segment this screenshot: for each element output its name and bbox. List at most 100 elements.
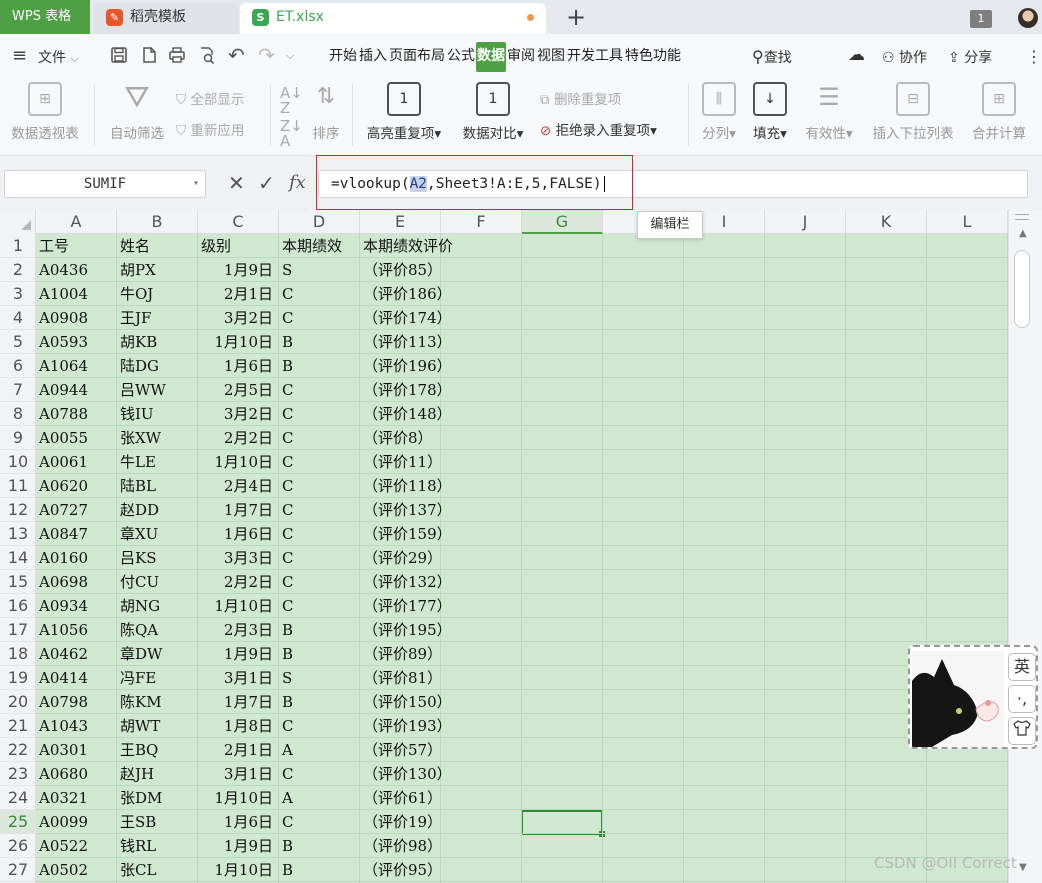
cell-a24[interactable]: A0321 — [39, 786, 88, 810]
print-icon[interactable] — [168, 46, 186, 69]
scroll-down-icon[interactable]: ▼ — [1019, 862, 1027, 873]
cell-d9[interactable]: C — [282, 426, 293, 450]
cell-d3[interactable]: C — [282, 282, 293, 306]
print-preview-icon[interactable] — [198, 46, 216, 69]
cell-e12[interactable]: （评价137） — [363, 498, 452, 522]
cell-b5[interactable]: 胡KB — [120, 330, 157, 354]
cell-a26[interactable]: A0522 — [39, 834, 88, 858]
row-header-24[interactable]: 24 — [0, 786, 36, 810]
tab-template[interactable]: ✎ 稻壳模板 — [94, 3, 238, 34]
cell-b22[interactable]: 王BQ — [120, 738, 158, 762]
cell-d14[interactable]: C — [282, 546, 293, 570]
cell-e2[interactable]: （评价85） — [363, 258, 442, 282]
cell-d18[interactable]: B — [282, 642, 293, 666]
cell-c18[interactable]: 1月9日 — [198, 642, 273, 666]
cell-c9[interactable]: 2月2日 — [198, 426, 273, 450]
column-header-b[interactable]: B — [117, 210, 198, 234]
cell-a15[interactable]: A0698 — [39, 570, 88, 594]
cell-e10[interactable]: （评价11） — [363, 450, 442, 474]
save-icon[interactable] — [110, 46, 128, 69]
cell-e6[interactable]: （评价196） — [363, 354, 452, 378]
select-all-corner[interactable] — [0, 210, 36, 234]
cell-e9[interactable]: （评价8） — [363, 426, 433, 450]
highlight-duplicates-button[interactable]: 1 高亮重复项▾ — [360, 82, 448, 148]
cell-b1[interactable]: 姓名 — [120, 234, 150, 258]
row-header-17[interactable]: 17 — [0, 618, 36, 642]
cell-e25[interactable]: （评价19） — [363, 810, 442, 834]
cell-a4[interactable]: A0908 — [39, 306, 88, 330]
validity-button[interactable]: ☰ 有效性▾ — [800, 82, 858, 148]
cell-e14[interactable]: （评价29） — [363, 546, 442, 570]
share-button[interactable]: ⇪ 分享 — [948, 47, 992, 67]
cell-c14[interactable]: 3月3日 — [198, 546, 273, 570]
tab-wps-app[interactable]: WPS 表格 — [0, 0, 90, 34]
cell-a22[interactable]: A0301 — [39, 738, 88, 762]
more-options-icon[interactable]: ⋮ — [1026, 47, 1042, 66]
cell-d6[interactable]: B — [282, 354, 293, 378]
cell-b13[interactable]: 章XU — [120, 522, 158, 546]
reapply-button[interactable]: ⛉ 重新应用 — [176, 119, 244, 139]
scroll-up-icon[interactable]: ▲ — [1019, 228, 1027, 239]
cell-b7[interactable]: 吕WW — [120, 378, 166, 402]
tab-home[interactable]: 开始 — [328, 42, 358, 72]
column-header-e[interactable]: E — [360, 210, 441, 234]
tab-data[interactable]: 数据 — [476, 42, 506, 72]
cell-b10[interactable]: 牛LE — [120, 450, 156, 474]
cell-c17[interactable]: 2月3日 — [198, 618, 273, 642]
ime-punctuation-toggle[interactable]: ·, — [1008, 685, 1036, 713]
cell-e22[interactable]: （评价57） — [363, 738, 442, 762]
row-header-8[interactable]: 8 — [0, 402, 36, 426]
cell-b6[interactable]: 陆DG — [120, 354, 159, 378]
row-header-10[interactable]: 10 — [0, 450, 36, 474]
delete-duplicates-button[interactable]: ⧉ 删除重复项 — [540, 88, 621, 108]
sort-button[interactable]: ⇅ 排序 — [306, 82, 346, 148]
cell-d12[interactable]: C — [282, 498, 293, 522]
cell-e15[interactable]: （评价132） — [363, 570, 452, 594]
cell-c12[interactable]: 1月7日 — [198, 498, 273, 522]
cell-a11[interactable]: A0620 — [39, 474, 88, 498]
cell-a16[interactable]: A0934 — [39, 594, 88, 618]
cell-e5[interactable]: （评价113） — [363, 330, 452, 354]
row-header-3[interactable]: 3 — [0, 282, 36, 306]
tab-special[interactable]: 特色功能 — [624, 42, 682, 72]
ime-widget[interactable]: 英 ·, — [908, 645, 1038, 749]
formula-input[interactable]: =vlookup(A2,Sheet3!A:E,5,FALSE) — [318, 170, 1028, 198]
cell-c3[interactable]: 2月1日 — [198, 282, 273, 306]
cell-d24[interactable]: A — [282, 786, 293, 810]
avatar[interactable] — [1018, 8, 1038, 28]
row-header-16[interactable]: 16 — [0, 594, 36, 618]
insert-function-icon[interactable]: fx — [289, 170, 306, 196]
cell-e27[interactable]: （评价95） — [363, 858, 442, 882]
cell-c6[interactable]: 1月6日 — [198, 354, 273, 378]
cell-d16[interactable]: C — [282, 594, 293, 618]
cell-b23[interactable]: 赵JH — [120, 762, 154, 786]
cell-b9[interactable]: 张XW — [120, 426, 161, 450]
collab-button[interactable]: ⚇ 协作 — [882, 47, 927, 67]
cell-d5[interactable]: B — [282, 330, 293, 354]
cell-e23[interactable]: （评价130） — [363, 762, 452, 786]
split-column-button[interactable]: ⫼ 分列▾ — [696, 82, 742, 148]
cell-e7[interactable]: （评价178） — [363, 378, 452, 402]
row-header-18[interactable]: 18 — [0, 642, 36, 666]
cell-e21[interactable]: （评价193） — [363, 714, 452, 738]
tab-view[interactable]: 视图 — [536, 42, 566, 72]
cell-a18[interactable]: A0462 — [39, 642, 88, 666]
cell-d25[interactable]: C — [282, 810, 293, 834]
cell-c15[interactable]: 2月2日 — [198, 570, 273, 594]
cell-e1[interactable]: 本期绩效评价 — [363, 234, 453, 258]
name-box[interactable]: SUMIF ▾ — [4, 170, 206, 198]
cell-d22[interactable]: A — [282, 738, 293, 762]
tab-page-layout[interactable]: 页面布局 — [388, 42, 446, 72]
cell-c20[interactable]: 1月7日 — [198, 690, 273, 714]
cell-d2[interactable]: S — [282, 258, 292, 282]
cell-a14[interactable]: A0160 — [39, 546, 88, 570]
cell-b24[interactable]: 张DM — [120, 786, 162, 810]
cell-e13[interactable]: （评价159） — [363, 522, 452, 546]
cell-b8[interactable]: 钱IU — [120, 402, 154, 426]
cell-c5[interactable]: 1月10日 — [198, 330, 273, 354]
cell-c26[interactable]: 1月9日 — [198, 834, 273, 858]
cell-d23[interactable]: C — [282, 762, 293, 786]
tab-developer[interactable]: 开发工具 — [566, 42, 624, 72]
cell-b18[interactable]: 章DW — [120, 642, 162, 666]
cell-b12[interactable]: 赵DD — [120, 498, 159, 522]
